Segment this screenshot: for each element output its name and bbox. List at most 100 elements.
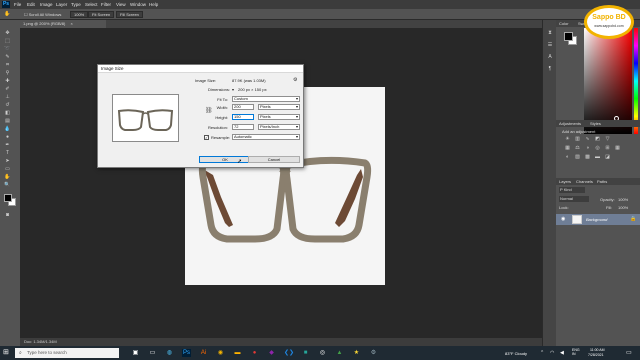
fit-to-select[interactable]: Custom ▾ — [232, 96, 300, 102]
vibrance-icon[interactable]: ▽ — [604, 136, 611, 142]
blend-mode-select[interactable]: Normal — [559, 196, 589, 202]
zoom-100-button[interactable]: 100% — [70, 11, 89, 18]
chevron-down-icon[interactable]: ▾ — [232, 87, 234, 92]
resample-select[interactable]: Automatic ▾ — [232, 134, 300, 140]
shape-tool-icon[interactable]: ▭ — [4, 166, 11, 172]
history-brush-icon[interactable]: ↺ — [4, 102, 11, 108]
menu-select[interactable]: Select — [85, 2, 98, 7]
color-lookup-icon[interactable]: ▦ — [614, 145, 621, 151]
curves-icon[interactable]: ∿ — [584, 136, 591, 142]
posterize-icon[interactable]: ▨ — [574, 154, 581, 160]
hue-slider[interactable] — [634, 28, 638, 134]
history-panel-icon[interactable]: ⧗ — [546, 30, 554, 37]
menu-type[interactable]: Type — [71, 2, 81, 7]
character-panel-icon[interactable]: A — [546, 54, 554, 61]
exposure-icon[interactable]: ◩ — [594, 136, 601, 142]
width-input[interactable]: 200 — [232, 104, 254, 110]
height-input[interactable]: 150 — [232, 114, 254, 120]
eyedropper-tool-icon[interactable]: ⚲ — [4, 70, 11, 76]
folder-taskbar-icon[interactable]: ▬ — [233, 349, 242, 357]
brightness-icon[interactable]: ☀ — [564, 136, 571, 142]
app-taskbar-icon-4[interactable]: ◎ — [318, 349, 327, 357]
illustrator-taskbar-icon[interactable]: Ai — [199, 349, 208, 357]
menu-edit[interactable]: Edit — [27, 2, 35, 7]
chrome-taskbar-icon[interactable]: ◉ — [216, 349, 225, 357]
color-panel-foreground-swatch[interactable] — [564, 32, 573, 41]
menu-file[interactable]: File — [14, 2, 21, 7]
paragraph-panel-icon[interactable]: ¶ — [546, 66, 554, 73]
foreground-color-swatch[interactable] — [4, 194, 12, 202]
properties-panel-icon[interactable]: ☰ — [546, 42, 554, 49]
vscode-taskbar-icon[interactable]: ❮❯ — [284, 349, 294, 357]
height-unit-select[interactable]: Pixels ▾ — [258, 114, 300, 120]
hand-tool-icon-2[interactable]: ✋ — [4, 174, 11, 180]
tray-chevron-icon[interactable]: ⌃ — [540, 350, 544, 356]
taskbar-search-input[interactable]: ⌕ Type here to search — [15, 348, 119, 358]
resample-checkbox[interactable]: ✓ — [204, 135, 209, 140]
eraser-tool-icon[interactable]: ◧ — [4, 110, 11, 116]
file-explorer-icon[interactable]: ▭ — [148, 349, 157, 357]
app-taskbar-icon-5[interactable]: ▲ — [335, 349, 344, 357]
selective-color-icon[interactable]: ◪ — [604, 154, 611, 160]
resolution-input[interactable]: 72 — [232, 124, 254, 130]
photoshop-taskbar-icon[interactable]: Ps — [182, 349, 191, 357]
path-select-tool-icon[interactable]: ➤ — [4, 158, 11, 164]
hue-saturation-icon[interactable]: ▦ — [564, 145, 571, 151]
quick-select-tool-icon[interactable]: ✎ — [4, 54, 11, 60]
document-tab[interactable]: 1.png @ 200% (RGB/8) × — [20, 20, 106, 28]
clock-time[interactable]: 11:00 AM — [590, 348, 605, 352]
menu-layer[interactable]: Layer — [56, 2, 67, 7]
black-white-icon[interactable]: ◑ — [584, 145, 591, 151]
marquee-tool-icon[interactable]: ⬚ — [4, 38, 11, 44]
fit-screen-button[interactable]: Fit Screen — [88, 11, 115, 18]
crop-tool-icon[interactable]: ⌗ — [4, 62, 11, 68]
tab-adjustments[interactable]: Adjustments — [559, 121, 581, 126]
invert-icon[interactable]: ◐ — [564, 154, 571, 160]
fill-screen-button[interactable]: Fill Screen — [116, 11, 143, 18]
photo-filter-icon[interactable]: ◎ — [594, 145, 601, 151]
scroll-all-checkbox[interactable]: ☐ Scroll All Windows — [24, 12, 61, 17]
menu-help[interactable]: Help — [149, 2, 158, 7]
quick-mask-icon[interactable]: ◙ — [4, 212, 11, 218]
edge-browser-icon[interactable]: ◍ — [165, 349, 174, 357]
tab-styles[interactable]: Styles — [590, 121, 601, 126]
tab-layers[interactable]: Layers — [559, 179, 571, 184]
opacity-value[interactable]: 100% — [618, 197, 628, 202]
resolution-unit-select[interactable]: Pixels/Inch ▾ — [258, 124, 300, 130]
brush-tool-icon[interactable]: ✐ — [4, 86, 11, 92]
layer-filter-select[interactable]: P Kind — [559, 187, 585, 193]
levels-icon[interactable]: ▥ — [574, 136, 581, 142]
cancel-button[interactable]: Cancel — [248, 156, 300, 163]
move-tool-icon[interactable]: ✥ — [4, 30, 11, 36]
gradient-tool-icon[interactable]: ▤ — [4, 118, 11, 124]
menu-window[interactable]: Window — [130, 2, 146, 7]
language-indicator[interactable]: ENG IN — [572, 348, 580, 356]
task-view-icon[interactable]: ▣ — [131, 349, 140, 357]
tab-color[interactable]: Color — [559, 21, 569, 26]
healing-tool-icon[interactable]: ✚ — [4, 78, 11, 84]
windows-start-icon[interactable]: ⊞ — [3, 349, 11, 357]
clock-date[interactable]: 7/28/2021 — [588, 353, 604, 357]
dodge-tool-icon[interactable]: ● — [4, 134, 11, 140]
layer-row[interactable]: ◉ Background 🔒 — [556, 214, 640, 225]
app-taskbar-icon-1[interactable]: ● — [250, 349, 259, 357]
weather-widget[interactable]: 83°F Cloudy — [505, 351, 527, 356]
blur-tool-icon[interactable]: 💧 — [4, 126, 11, 132]
menu-image[interactable]: Image — [40, 2, 53, 7]
ok-button[interactable]: OK — [199, 156, 251, 163]
tab-paths[interactable]: Paths — [597, 179, 607, 184]
width-unit-select[interactable]: Pixels ▾ — [258, 104, 300, 110]
gear-icon[interactable]: ⚙ — [293, 77, 297, 83]
color-picker-field[interactable] — [584, 28, 632, 134]
lasso-tool-icon[interactable]: ➰ — [4, 46, 11, 52]
layer-name[interactable]: Background — [586, 217, 607, 222]
menu-filter[interactable]: Filter — [101, 2, 111, 7]
app-taskbar-icon-6[interactable]: ★ — [352, 349, 361, 357]
fill-value[interactable]: 100% — [618, 205, 628, 210]
tab-channels[interactable]: Channels — [576, 179, 593, 184]
type-tool-icon[interactable]: T — [4, 150, 11, 156]
pen-tool-icon[interactable]: ✒ — [4, 142, 11, 148]
stamp-tool-icon[interactable]: ⊥ — [4, 94, 11, 100]
network-icon[interactable]: ◠ — [550, 350, 554, 356]
threshold-icon[interactable]: ▩ — [584, 154, 591, 160]
